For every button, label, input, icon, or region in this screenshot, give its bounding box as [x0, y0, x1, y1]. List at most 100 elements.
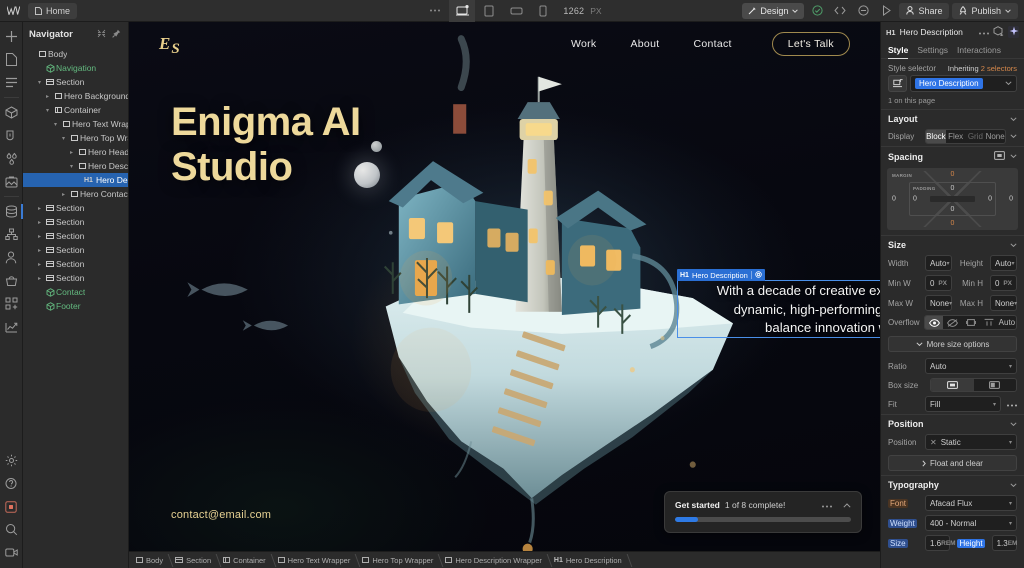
padding-bottom-value[interactable]: 0 [951, 206, 955, 213]
hero-heading[interactable]: Enigma AI Studio [171, 100, 361, 190]
margin-left-value[interactable]: 0 [892, 196, 896, 203]
chevron-down-icon[interactable] [1010, 153, 1017, 160]
navigator-node[interactable]: ▾ Hero Top Wrapper [23, 131, 128, 145]
navigator-node[interactable]: Navigation [23, 61, 128, 75]
pages-icon[interactable] [0, 48, 23, 71]
assets-image-icon[interactable] [0, 170, 23, 193]
ai-sparkle-icon[interactable] [1008, 26, 1019, 38]
tab-interactions[interactable]: Interactions [957, 45, 1001, 58]
canvas-width-value[interactable]: 1262 [563, 6, 584, 16]
apps-icon[interactable] [0, 292, 23, 315]
question-help-icon[interactable] [0, 472, 23, 495]
selector-chip[interactable]: Hero Description [915, 78, 983, 89]
components-cube-icon[interactable] [0, 101, 23, 124]
breakpoint-desktop-icon[interactable] [449, 0, 476, 22]
max-height-input[interactable]: None ▾ [990, 295, 1017, 311]
spacing-widget[interactable]: MARGIN PADDING 0 0 0 0 0 0 0 0 [887, 168, 1018, 230]
navigator-node[interactable]: ▾ Section [23, 75, 128, 89]
hero-description-text[interactable]: With a decade of creative expertise, I c… [685, 282, 880, 338]
more-size-options-button[interactable]: More size options [888, 336, 1017, 352]
overflow-clip-icon[interactable] [980, 316, 998, 329]
chevron-right-icon[interactable]: ▸ [35, 219, 44, 226]
padding-left-value[interactable]: 0 [913, 196, 917, 203]
layout-section-header[interactable]: Layout [881, 109, 1024, 127]
width-input[interactable]: Auto ▾ [925, 255, 952, 271]
search-icon[interactable] [0, 518, 23, 541]
breakpoint-tablet-icon[interactable] [476, 0, 502, 22]
chevron-down-icon[interactable] [1010, 421, 1017, 428]
more-horizontal-icon[interactable] [978, 28, 989, 37]
spacing-mode-icon[interactable] [994, 151, 1005, 162]
get-started-panel[interactable]: Get started 1 of 8 complete! [664, 491, 862, 533]
selection-gear-icon[interactable] [755, 270, 762, 280]
navigator-node[interactable]: Body [23, 47, 128, 61]
logic-flow-icon[interactable] [0, 223, 23, 246]
webflow-logo-icon[interactable] [0, 0, 26, 22]
breakpoint-mobile-portrait-icon[interactable] [530, 0, 556, 22]
max-width-input[interactable]: None ▾ [925, 295, 952, 311]
chevron-down-icon[interactable]: ▾ [59, 135, 68, 142]
video-icon[interactable] [0, 541, 23, 564]
ratio-input[interactable]: Auto ▾ [925, 358, 1017, 374]
ecommerce-basket-icon[interactable] [0, 269, 23, 292]
chevron-right-icon[interactable]: ▸ [59, 191, 68, 198]
chevron-down-icon[interactable] [1010, 242, 1017, 249]
chevron-down-icon[interactable] [1005, 80, 1012, 87]
chevron-down-icon[interactable]: ▾ [35, 79, 44, 86]
weight-input[interactable]: 400 - Normal ▾ [925, 515, 1017, 531]
overflow-options[interactable]: Auto [924, 315, 1017, 330]
nav-link-contact[interactable]: Contact [693, 38, 731, 50]
chevron-down-icon[interactable] [1010, 482, 1017, 489]
navigator-node[interactable]: ▸ Section [23, 271, 128, 285]
breadcrumb-item[interactable]: Section [170, 552, 218, 568]
margin-right-value[interactable]: 0 [1009, 196, 1013, 203]
display-option-block[interactable]: Block [926, 130, 946, 143]
breadcrumb-item[interactable]: Hero Description Wrapper [440, 552, 549, 568]
width-chevron-icon[interactable]: ▾ [946, 260, 949, 267]
page-selector-button[interactable]: Home [28, 2, 78, 19]
add-component-icon[interactable] [993, 26, 1004, 38]
max-height-chevron-icon[interactable]: ▾ [1014, 300, 1017, 307]
height-input[interactable]: Auto ▾ [990, 255, 1017, 271]
navigator-node[interactable]: ▾ Container [23, 103, 128, 117]
code-icon[interactable] [830, 1, 850, 21]
display-more-chevron-icon[interactable] [1010, 133, 1017, 140]
breadcrumb-item[interactable]: H1 Hero Description [549, 552, 629, 568]
box-size-content-box-icon[interactable] [931, 379, 974, 391]
display-option-flex[interactable]: Flex [946, 130, 966, 143]
font-size-input[interactable]: 1.6 REM [925, 535, 956, 551]
line-height-input[interactable]: 1.3 EM [991, 535, 1017, 551]
breadcrumb-item[interactable]: Hero Top Wrapper [357, 552, 440, 568]
more-breakpoints-icon[interactable] [422, 0, 448, 22]
navigator-node[interactable]: ▸ Hero Heading W [23, 145, 128, 159]
chevron-right-icon[interactable]: ▸ [67, 149, 76, 156]
chevron-right-icon[interactable]: ▸ [35, 275, 44, 282]
spacing-section-header[interactable]: Spacing [881, 146, 1024, 165]
min-width-input[interactable]: 0 PX [925, 275, 952, 291]
box-size-options[interactable] [930, 378, 1017, 392]
navigator-tree[interactable]: Body Navigation ▾ Section ▸ Hero Background W… [23, 46, 128, 568]
typography-section-header[interactable]: Typography [881, 475, 1024, 493]
chevron-up-icon[interactable] [843, 501, 851, 510]
publish-button[interactable]: Publish [952, 2, 1018, 19]
chevron-right-icon[interactable]: ▸ [35, 233, 44, 240]
chevron-down-icon[interactable]: ▾ [67, 163, 76, 170]
overflow-auto-option[interactable]: Auto [998, 316, 1016, 329]
breadcrumb[interactable]: Body Section Container Hero Text Wrapper Her… [129, 551, 880, 568]
overflow-visible-eye-icon[interactable] [925, 316, 944, 329]
chevron-right-icon[interactable]: ▸ [35, 261, 44, 268]
record-icon[interactable] [0, 495, 23, 518]
chevron-right-icon[interactable]: ▸ [43, 93, 52, 100]
padding-top-value[interactable]: 0 [951, 185, 955, 192]
fit-chevron-icon[interactable]: ▾ [993, 401, 996, 408]
navigator-node[interactable]: ▾ Hero Text Wrapper [23, 117, 128, 131]
margin-bottom-value[interactable]: 0 [951, 220, 955, 227]
navigator-node[interactable]: ▾ Hero Descriptio [23, 159, 128, 173]
selector-icon[interactable] [888, 75, 907, 92]
selector-combo[interactable]: Hero Description [910, 75, 1017, 92]
breakpoint-mobile-landscape-icon[interactable] [503, 0, 529, 22]
mode-switcher-button[interactable]: Design [742, 2, 805, 19]
navigator-node[interactable]: ▸ Section [23, 257, 128, 271]
navigator-node[interactable]: ▸ Section [23, 201, 128, 215]
collapse-all-icon[interactable] [96, 29, 107, 40]
